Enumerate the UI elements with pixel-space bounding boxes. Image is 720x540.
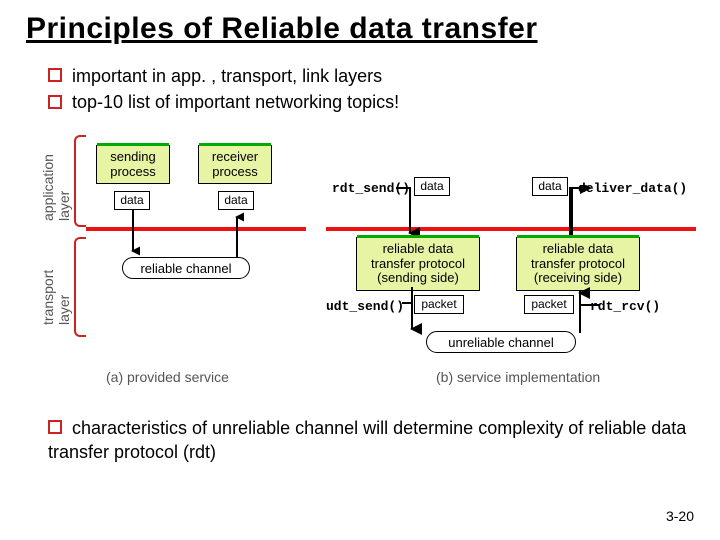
red-divider (86, 227, 306, 231)
packet-label: packet (524, 295, 574, 315)
arrow-corner-icon (574, 287, 604, 337)
slide-number: 3-20 (666, 508, 694, 524)
transport-layer-label: transportlayer (40, 269, 72, 324)
top-bullets: important in app. , transport, link laye… (48, 64, 694, 115)
receiver-process-box: receiverprocess (198, 145, 272, 185)
bullet-2: top-10 list of important networking topi… (48, 90, 694, 114)
bullet-1: important in app. , transport, link laye… (48, 64, 694, 88)
application-layer-label: applicationlayer (40, 154, 72, 221)
bullet-2-text: top-10 list of important networking topi… (72, 92, 399, 112)
red-divider (326, 227, 696, 231)
sending-process-box: sendingprocess (96, 145, 170, 185)
caption-a: (a) provided service (106, 369, 229, 385)
rdt-sending-box: reliable datatransfer protocol(sending s… (356, 237, 480, 292)
bottom-bullets: characteristics of unreliable channel wi… (48, 416, 694, 465)
arrow-down-icon (126, 209, 140, 259)
reliable-channel: reliable channel (122, 257, 250, 279)
page-title: Principles of Reliable data transfer (26, 12, 694, 46)
data-label: data (532, 177, 568, 197)
bullet-3: characteristics of unreliable channel wi… (48, 416, 694, 465)
arrow-up-icon (230, 209, 244, 259)
bullet-icon (48, 420, 62, 434)
unreliable-channel: unreliable channel (426, 331, 576, 353)
bullet-icon (48, 68, 62, 82)
arrow-up-icon (566, 185, 596, 241)
caption-b: (b) service implementation (436, 369, 600, 385)
bullet-1-text: important in app. , transport, link laye… (72, 66, 382, 86)
data-label: data (114, 191, 150, 211)
data-label: data (218, 191, 254, 211)
rdt-receiving-box: reliable datatransfer protocol(receiving… (516, 237, 640, 292)
arrow-corner-icon (402, 287, 426, 337)
bullet-icon (48, 95, 62, 109)
api-udt-send: udt_send() (326, 299, 404, 314)
bullet-3-text: characteristics of unreliable channel wi… (48, 418, 686, 462)
figure: applicationlayer transportlayer sendingp… (26, 129, 698, 404)
application-bracket (74, 135, 86, 227)
transport-bracket (74, 237, 86, 337)
arrow-corner-icon (396, 185, 420, 241)
